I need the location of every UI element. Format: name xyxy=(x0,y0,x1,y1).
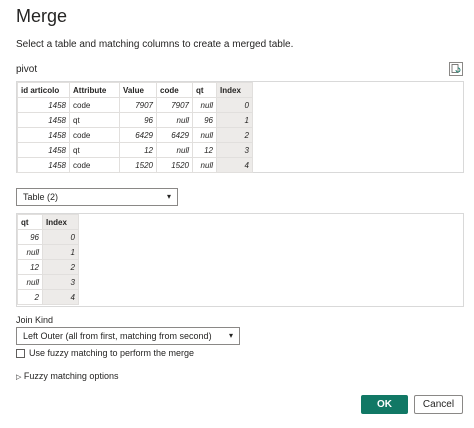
table-cell: 3 xyxy=(216,142,253,158)
table-cell: 7907 xyxy=(119,97,157,113)
table-cell: qt xyxy=(69,112,120,128)
table-cell: 0 xyxy=(216,97,253,113)
join-kind-label: Join Kind xyxy=(16,315,54,325)
table-cell: 0 xyxy=(42,229,79,245)
column-header-id-articolo[interactable]: id articolo xyxy=(17,82,70,98)
table-row: 96 0 xyxy=(17,229,79,245)
table-cell: 6429 xyxy=(119,127,157,143)
table-cell: null xyxy=(17,274,43,290)
join-kind-select-value: Left Outer (all from first, matching fro… xyxy=(23,331,212,341)
table-row: 1458 qt 12 null 12 3 xyxy=(17,142,253,158)
table-cell: 1458 xyxy=(17,142,70,158)
table-cell: 1520 xyxy=(119,157,157,173)
table-cell: 4 xyxy=(42,289,79,305)
table-cell: 12 xyxy=(119,142,157,158)
column-header-value[interactable]: Value xyxy=(119,82,157,98)
second-table: qt Index 96 0 null 1 12 2 null 3 2 4 xyxy=(17,214,79,305)
table-cell: 96 xyxy=(17,229,43,245)
fuzzy-matching-checkbox[interactable] xyxy=(16,349,25,358)
table-cell: 3 xyxy=(42,274,79,290)
table-cell: 2 xyxy=(17,289,43,305)
column-header-qt[interactable]: qt xyxy=(17,214,43,230)
table-row: 1458 code 7907 7907 null 0 xyxy=(17,97,253,113)
table-row: null 3 xyxy=(17,274,79,290)
fuzzy-matching-options-expander[interactable]: ▷ Fuzzy matching options xyxy=(16,371,118,381)
table-cell: qt xyxy=(69,142,120,158)
table-cell: 12 xyxy=(192,142,217,158)
table-cell: 12 xyxy=(17,259,43,275)
first-table: id articolo Attribute Value code qt Inde… xyxy=(17,82,253,173)
column-header-qt[interactable]: qt xyxy=(192,82,217,98)
table-cell: 7907 xyxy=(156,97,193,113)
join-kind-select[interactable]: Left Outer (all from first, matching fro… xyxy=(16,327,240,345)
fuzzy-matching-checkbox-label[interactable]: Use fuzzy matching to perform the merge xyxy=(29,348,194,358)
table-cell: null xyxy=(156,112,193,128)
table-cell: null xyxy=(192,97,217,113)
table-cell: 1520 xyxy=(156,157,193,173)
column-header-code[interactable]: code xyxy=(156,82,193,98)
table-cell: null xyxy=(192,157,217,173)
column-header-index[interactable]: Index xyxy=(42,214,79,230)
second-table-select[interactable]: Table (2) ▾ xyxy=(16,188,178,206)
table-cell: 1 xyxy=(216,112,253,128)
table-row: 12 2 xyxy=(17,259,79,275)
table-cell: 1 xyxy=(42,244,79,260)
table-row: 1458 code 1520 1520 null 4 xyxy=(17,157,253,173)
table-row: 1458 qt 96 null 96 1 xyxy=(17,112,253,128)
cancel-button[interactable]: Cancel xyxy=(414,395,463,414)
first-table-grid: id articolo Attribute Value code qt Inde… xyxy=(16,81,464,173)
dialog-subtitle: Select a table and matching columns to c… xyxy=(16,39,294,50)
table-row: null 1 xyxy=(17,244,79,260)
table-cell: 1458 xyxy=(17,157,70,173)
chevron-right-icon: ▷ xyxy=(16,374,22,381)
table-cell: 1458 xyxy=(17,112,70,128)
document-refresh-icon xyxy=(451,64,461,73)
table-row: 1458 code 6429 6429 null 2 xyxy=(17,127,253,143)
table-cell: code xyxy=(69,97,120,113)
table-row: 2 4 xyxy=(17,289,79,305)
first-table-name: pivot xyxy=(16,64,38,75)
preview-refresh-button[interactable] xyxy=(449,62,463,76)
table-cell: 6429 xyxy=(156,127,193,143)
table-cell: null xyxy=(192,127,217,143)
dialog-title: Merge xyxy=(16,6,68,26)
ok-button[interactable]: OK xyxy=(361,395,408,414)
chevron-down-icon: ▾ xyxy=(228,331,233,340)
table-cell: 2 xyxy=(216,127,253,143)
table-cell: 4 xyxy=(216,157,253,173)
second-table-header-row: qt Index xyxy=(17,214,79,230)
table-cell: code xyxy=(69,157,120,173)
table-cell: 96 xyxy=(119,112,157,128)
column-header-attribute[interactable]: Attribute xyxy=(69,82,120,98)
chevron-down-icon: ▾ xyxy=(166,192,171,201)
table-cell: 2 xyxy=(42,259,79,275)
table-cell: 1458 xyxy=(17,127,70,143)
table-cell: null xyxy=(156,142,193,158)
fuzzy-matching-options-label: Fuzzy matching options xyxy=(23,371,119,381)
table-cell: code xyxy=(69,127,120,143)
table-cell: 96 xyxy=(192,112,217,128)
table-cell: 1458 xyxy=(17,97,70,113)
first-table-header-row: id articolo Attribute Value code qt Inde… xyxy=(17,82,253,98)
second-table-grid: qt Index 96 0 null 1 12 2 null 3 2 4 xyxy=(16,213,464,307)
second-table-select-value: Table (2) xyxy=(23,192,59,202)
table-cell: null xyxy=(17,244,43,260)
column-header-index[interactable]: Index xyxy=(216,82,253,98)
